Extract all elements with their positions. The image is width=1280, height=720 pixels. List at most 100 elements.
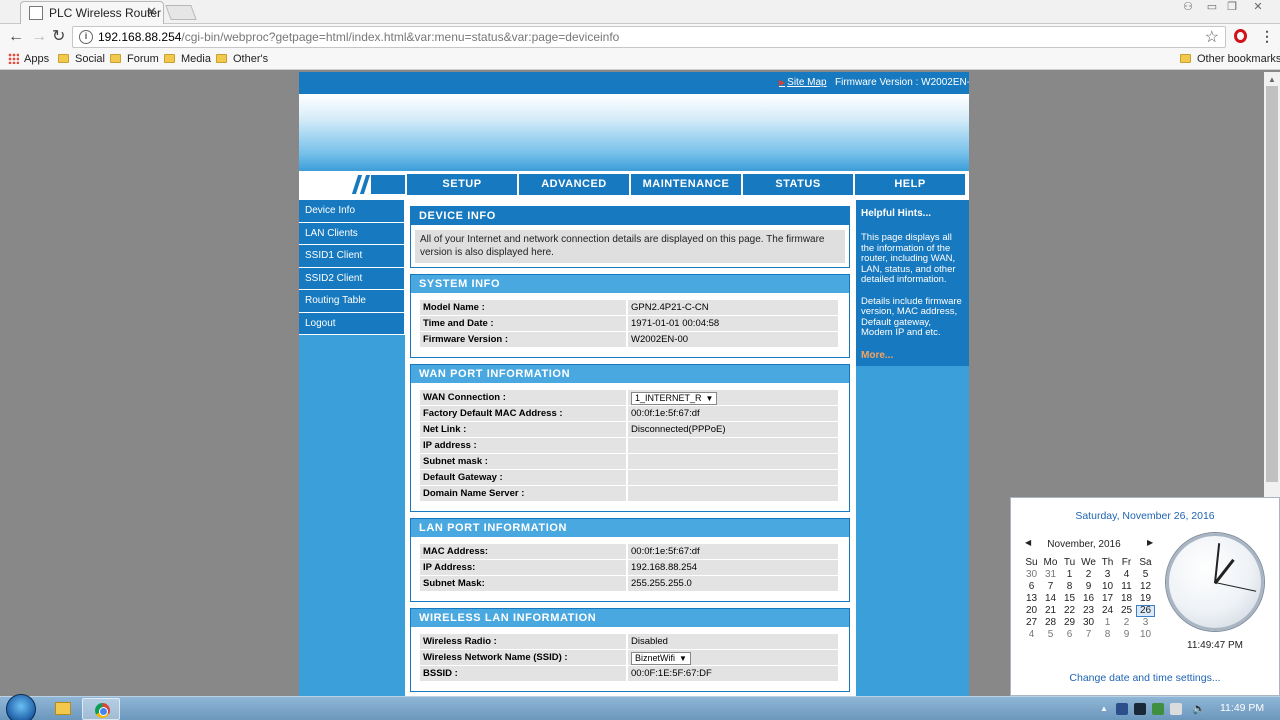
calendar-day[interactable]: 30 — [1079, 617, 1098, 629]
page-icon — [29, 6, 43, 20]
dropdown-arrow-icon: ▼ — [679, 654, 687, 663]
taskbar-chrome[interactable] — [82, 698, 120, 720]
restore-button[interactable]: ❐ — [1222, 0, 1242, 14]
close-tab-icon[interactable]: ✕ — [146, 4, 157, 20]
change-date-time-link[interactable]: Change date and time settings... — [1011, 672, 1279, 684]
browser-tab[interactable]: PLC Wireless Router ✕ — [20, 1, 164, 24]
calendar-day[interactable]: 6 — [1022, 581, 1041, 593]
nav-ssid1-client[interactable]: SSID1 Client — [299, 245, 405, 268]
calendar-day[interactable]: 2 — [1117, 617, 1136, 629]
nav-device-info[interactable]: Device Info — [299, 200, 405, 223]
calendar-day[interactable]: 3 — [1136, 617, 1155, 629]
opera-extension-icon[interactable] — [1234, 29, 1247, 43]
calendar-day[interactable]: 27 — [1022, 617, 1041, 629]
show-hidden-icons[interactable]: ▲ — [1100, 704, 1108, 713]
calendar-day[interactable]: 30 — [1022, 569, 1041, 581]
calendar-day[interactable]: 7 — [1079, 629, 1098, 641]
bookmark-social[interactable]: Social — [58, 53, 105, 65]
scroll-up-icon[interactable]: ▲ — [1268, 75, 1276, 84]
network-icon[interactable] — [1170, 703, 1182, 715]
bookmark-apps[interactable]: Apps — [8, 53, 49, 65]
calendar-month[interactable]: November, 2016 — [1023, 539, 1145, 551]
other-bookmarks[interactable]: Other bookmarks — [1180, 53, 1280, 65]
calendar-day[interactable]: 21 — [1041, 605, 1060, 617]
clock-digital-time: 11:49:47 PM — [1187, 640, 1243, 651]
new-tab-button[interactable] — [165, 5, 197, 20]
calendar-day[interactable]: 22 — [1060, 605, 1079, 617]
calendar-day[interactable]: 14 — [1041, 593, 1060, 605]
tab-title: PLC Wireless Router — [49, 6, 162, 20]
minimize-button[interactable]: ▭ — [1202, 0, 1222, 14]
calendar-day[interactable]: 5 — [1041, 629, 1060, 641]
close-window-button[interactable]: ✕ — [1248, 0, 1268, 14]
calendar-day[interactable]: 5 — [1136, 569, 1155, 581]
calendar-day[interactable]: 2 — [1079, 569, 1098, 581]
nav-routing-table[interactable]: Routing Table — [299, 290, 405, 313]
volume-icon[interactable]: 🔈 — [1192, 702, 1206, 715]
menu-advanced[interactable]: ADVANCED — [519, 174, 629, 195]
nav-lan-clients[interactable]: LAN Clients — [299, 222, 405, 245]
calendar-day[interactable]: 18 — [1117, 593, 1136, 605]
bookmark-media[interactable]: Media — [164, 53, 211, 65]
user-icon[interactable]: ⚇ — [1178, 0, 1198, 14]
calendar-day[interactable]: 9 — [1079, 581, 1098, 593]
calendar-day[interactable]: 26 — [1136, 605, 1155, 617]
calendar-day[interactable]: 24 — [1098, 605, 1117, 617]
nav-logout[interactable]: Logout — [299, 312, 405, 335]
tray-app-icon[interactable] — [1152, 703, 1164, 715]
taskbar-explorer[interactable] — [44, 698, 82, 720]
calendar-day[interactable]: 17 — [1098, 593, 1117, 605]
wan-connection-select[interactable]: 1_INTERNET_R ▼ — [631, 392, 718, 405]
calendar-day[interactable]: 29 — [1060, 617, 1079, 629]
calendar-day[interactable]: 4 — [1117, 569, 1136, 581]
calendar-day[interactable]: 15 — [1060, 593, 1079, 605]
browser-menu-icon[interactable]: ⋮ — [1260, 28, 1274, 45]
calendar-day[interactable]: 13 — [1022, 593, 1041, 605]
calendar-day[interactable]: 8 — [1060, 581, 1079, 593]
bookmark-star-icon[interactable]: ☆ — [1205, 27, 1219, 47]
calendar-day[interactable]: 7 — [1041, 581, 1060, 593]
nav-ssid2-client[interactable]: SSID2 Client — [299, 267, 405, 290]
bookmark-others[interactable]: Other's — [216, 53, 268, 65]
address-bar[interactable]: i 192.168.88.254/cgi-bin/webproc?getpage… — [72, 26, 1226, 48]
steam-icon[interactable] — [1134, 703, 1146, 715]
calendar-day[interactable]: 16 — [1079, 593, 1098, 605]
calendar-day[interactable]: 11 — [1117, 581, 1136, 593]
calendar-day[interactable]: 1 — [1060, 569, 1079, 581]
info-icon[interactable]: i — [79, 30, 93, 44]
bookmark-forum[interactable]: Forum — [110, 53, 159, 65]
menu-help[interactable]: HELP — [855, 174, 965, 195]
calendar-day[interactable]: 12 — [1136, 581, 1155, 593]
back-icon[interactable]: ← — [8, 28, 24, 46]
calendar-full-date[interactable]: Saturday, November 26, 2016 — [1011, 510, 1279, 522]
calendar-day[interactable]: 19 — [1136, 593, 1155, 605]
tray-app-icon[interactable] — [1116, 703, 1128, 715]
menu-setup[interactable]: SETUP — [407, 174, 517, 195]
calendar-day[interactable]: 23 — [1079, 605, 1098, 617]
calendar-day[interactable]: 9 — [1117, 629, 1136, 641]
calendar-day[interactable]: 4 — [1022, 629, 1041, 641]
calendar-day[interactable]: 6 — [1060, 629, 1079, 641]
calendar-day[interactable]: 20 — [1022, 605, 1041, 617]
hints-more-link[interactable]: More... — [861, 350, 964, 361]
weekday-label: We — [1081, 557, 1096, 568]
site-map-link[interactable]: ▶ Site Map — [779, 77, 827, 88]
next-month-icon[interactable]: ▶ — [1147, 538, 1153, 547]
reload-icon[interactable]: ↻ — [52, 28, 65, 46]
menu-maintenance[interactable]: MAINTENANCE — [631, 174, 741, 195]
start-button[interactable] — [6, 694, 36, 720]
calendar-day[interactable]: 1 — [1098, 617, 1117, 629]
calendar-day[interactable]: 25 — [1117, 605, 1136, 617]
calendar-day[interactable]: 3 — [1098, 569, 1117, 581]
calendar-day[interactable]: 10 — [1098, 581, 1117, 593]
calendar-day[interactable]: 28 — [1041, 617, 1060, 629]
forward-icon[interactable]: → — [31, 28, 47, 46]
menu-status[interactable]: STATUS — [743, 174, 853, 195]
calendar-day[interactable]: 31 — [1041, 569, 1060, 581]
table-row: Subnet mask : — [420, 454, 840, 470]
calendar-day[interactable]: 8 — [1098, 629, 1117, 641]
calendar-day[interactable]: 10 — [1136, 629, 1155, 641]
taskbar-clock[interactable]: 11:49 PM — [1220, 702, 1264, 714]
ssid-select[interactable]: BiznetWifi ▼ — [631, 652, 691, 665]
scrollbar-thumb[interactable] — [1266, 86, 1278, 482]
